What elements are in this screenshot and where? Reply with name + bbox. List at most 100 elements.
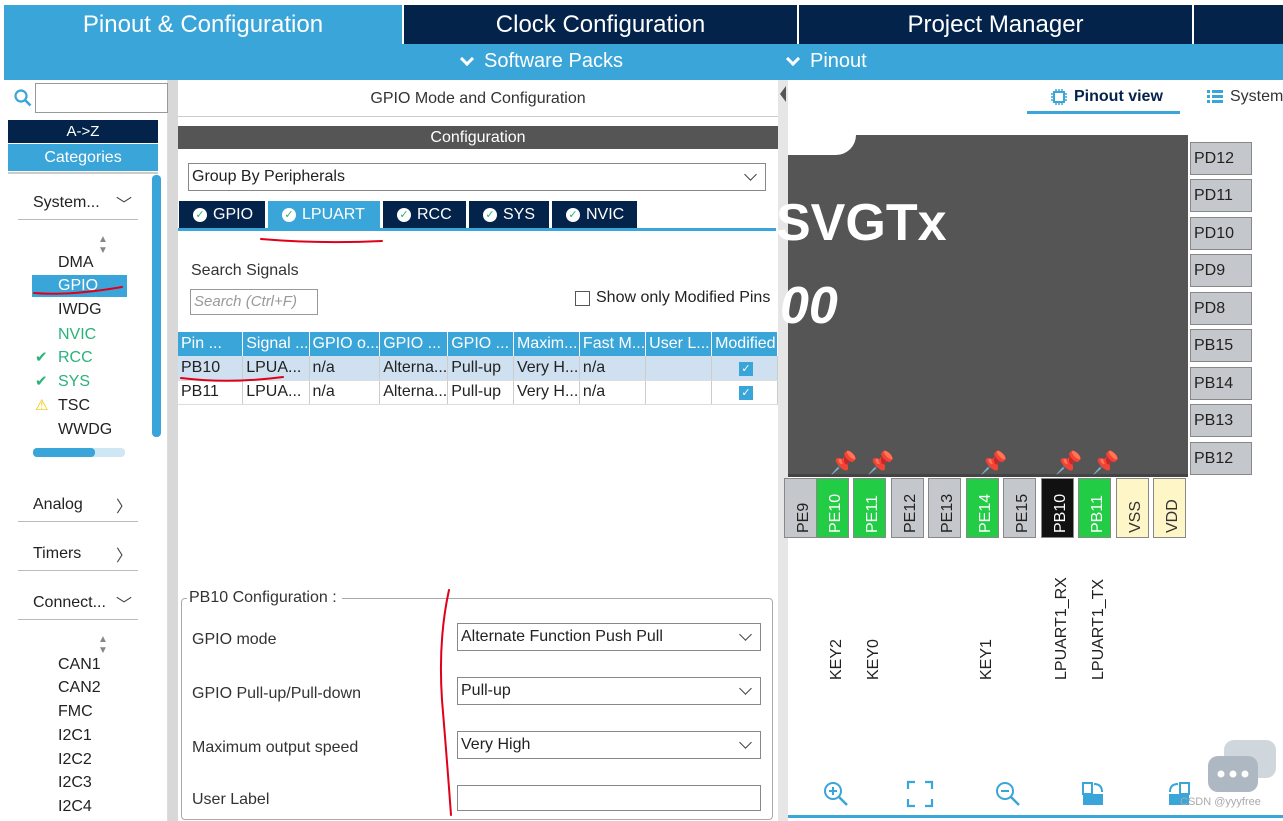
group-analog[interactable]: Analog 〉 xyxy=(18,488,138,522)
sidebar-item-gpio[interactable]: GPIO xyxy=(32,275,127,297)
sidebar-item-wwdg[interactable]: WWDG xyxy=(32,419,127,441)
chip-icon xyxy=(1051,89,1067,105)
column-header-signal[interactable]: Signal ... xyxy=(242,332,310,356)
pin-pd8[interactable]: PD8 xyxy=(1190,292,1252,325)
column-header-gpio-mode[interactable]: GPIO ... xyxy=(379,332,449,356)
tab-lpuart[interactable]: ✓ LPUART xyxy=(268,201,380,228)
column-header-user-label[interactable]: User L... xyxy=(645,332,713,356)
pin-pe12[interactable]: PE12 xyxy=(891,478,924,538)
sidebar-item-iwdg[interactable]: IWDG xyxy=(32,299,127,321)
checked-icon[interactable]: ✓ xyxy=(739,361,754,376)
group-by-select[interactable]: Group By Peripherals xyxy=(188,163,766,191)
sidebar-item-can2[interactable]: CAN2 xyxy=(32,677,127,699)
check-circle-icon: ✓ xyxy=(282,207,296,222)
sidebar-item-rcc[interactable]: ✔ RCC xyxy=(32,347,127,369)
category-scrollbar[interactable] xyxy=(152,175,161,437)
pin-vss[interactable]: VSS xyxy=(1116,478,1149,538)
sort-az-button[interactable]: A->Z xyxy=(8,120,158,143)
tab-extra[interactable] xyxy=(1194,5,1283,44)
pin-pb15[interactable]: PB15 xyxy=(1190,329,1252,362)
pin-pb10[interactable]: PB10 xyxy=(1041,478,1074,538)
tab-rcc[interactable]: ✓ RCC xyxy=(383,201,466,228)
tab-nvic[interactable]: ✓ NVIC xyxy=(552,201,637,228)
rotate-icon[interactable] xyxy=(1080,780,1108,808)
pin-pd11[interactable]: PD11 xyxy=(1190,179,1252,212)
column-header-modified[interactable]: Modified xyxy=(711,332,778,356)
gpio-pull-select[interactable]: Pull-up xyxy=(457,677,761,705)
category-search-input[interactable] xyxy=(35,83,168,113)
pin-pe13[interactable]: PE13 xyxy=(928,478,961,538)
zoom-out-icon[interactable] xyxy=(994,780,1022,808)
search-signals-input[interactable]: Search (Ctrl+F) xyxy=(190,289,318,315)
pin-pd10[interactable]: PD10 xyxy=(1190,217,1252,250)
pin-pe15[interactable]: PE15 xyxy=(1003,478,1036,538)
show-modified-checkbox[interactable]: Show only Modified Pins xyxy=(575,289,770,307)
sidebar-item-dma[interactable]: DMA xyxy=(32,252,127,274)
sort-arrows-icon[interactable]: ▲ ▼ xyxy=(98,634,108,656)
tab-gpio[interactable]: ✓ GPIO xyxy=(179,201,265,228)
sidebar-item-i2c4[interactable]: I2C4 xyxy=(32,796,127,818)
sidebar-item-nvic[interactable]: NVIC xyxy=(32,324,127,346)
pin-vdd[interactable]: VDD xyxy=(1153,478,1186,538)
group-connectivity[interactable]: Connect... ﹀ xyxy=(18,586,138,620)
tab-pinout-configuration[interactable]: Pinout & Configuration xyxy=(4,5,402,44)
sidebar-item-i2c1[interactable]: I2C1 xyxy=(32,725,127,747)
column-header-gpio-output[interactable]: GPIO o... xyxy=(309,332,381,356)
pin-label: VSS xyxy=(1127,500,1144,533)
sidebar-item-sys[interactable]: ✔ SYS xyxy=(32,371,127,393)
horizontal-scrollbar[interactable] xyxy=(33,448,125,457)
group-system[interactable]: System... ﹀ xyxy=(18,186,138,220)
tab-label: NVIC xyxy=(586,205,625,223)
pushpin-icon: 📌 xyxy=(1092,450,1120,475)
tab-project-manager[interactable]: Project Manager xyxy=(799,5,1192,44)
pin-pb13[interactable]: PB13 xyxy=(1190,404,1252,437)
sidebar-item-fmc[interactable]: FMC xyxy=(32,701,127,723)
pin-pb14[interactable]: PB14 xyxy=(1190,367,1252,400)
zoom-in-icon[interactable] xyxy=(822,780,850,808)
check-circle-icon: ✓ xyxy=(483,207,497,222)
user-label-input[interactable] xyxy=(457,785,761,811)
tab-system-view[interactable]: System xyxy=(1206,88,1283,106)
sidebar-item-tsc[interactable]: ⚠ TSC xyxy=(32,395,127,417)
pin-pe9[interactable]: PE9 xyxy=(784,478,817,538)
cell-gpio-pull: Pull-up xyxy=(447,356,514,381)
sort-categories-button[interactable]: Categories xyxy=(8,144,158,171)
category-panel: A->Z Categories System... ﹀ ▲ ▼ DMA GPIO … xyxy=(4,80,168,821)
fit-screen-icon[interactable] xyxy=(906,780,934,808)
pin-pe10[interactable]: PE10 xyxy=(816,478,849,538)
column-header-pin[interactable]: Pin ... xyxy=(178,332,244,356)
sidebar-item-can1[interactable]: CAN1 xyxy=(32,654,127,676)
view-tabs: Pinout view System xyxy=(788,80,1283,116)
pin-pe14[interactable]: PE14 xyxy=(966,478,999,538)
collapse-arrow-icon[interactable] xyxy=(778,80,788,120)
table-row[interactable]: PB11 LPUA... n/a Alterna... Pull-up Very… xyxy=(178,380,778,405)
panel-splitter[interactable] xyxy=(778,80,788,821)
cell-modified[interactable]: ✓ xyxy=(711,356,778,381)
table-row[interactable]: PB10 LPUA... n/a Alterna... Pull-up Very… xyxy=(178,356,778,381)
tab-clock-configuration[interactable]: Clock Configuration xyxy=(404,5,797,44)
column-header-fast-mode[interactable]: Fast M... xyxy=(579,332,647,356)
pin-pd9[interactable]: PD9 xyxy=(1190,254,1252,287)
search-signals-label: Search Signals xyxy=(191,262,299,279)
max-speed-select[interactable]: Very High xyxy=(457,731,761,759)
checked-icon[interactable]: ✓ xyxy=(739,386,754,400)
checkbox-box[interactable] xyxy=(575,290,590,306)
software-packs-menu[interactable]: Software Packs xyxy=(459,50,623,73)
column-header-gpio-pull[interactable]: GPIO ... xyxy=(447,332,514,356)
pin-pd12[interactable]: PD12 xyxy=(1190,142,1252,175)
sidebar-item-i2c3[interactable]: I2C3 xyxy=(32,772,127,794)
panel-splitter[interactable] xyxy=(168,80,178,821)
cell-modified[interactable]: ✓ xyxy=(711,380,778,405)
pin-pb11[interactable]: PB11 xyxy=(1078,478,1111,538)
pin-pe11[interactable]: PE11 xyxy=(853,478,886,538)
pin-pb12[interactable]: PB12 xyxy=(1190,442,1252,475)
search-icon[interactable] xyxy=(14,89,32,107)
column-header-max-speed[interactable]: Maxim... xyxy=(513,332,580,356)
pinout-menu[interactable]: Pinout xyxy=(785,50,867,73)
scrollbar-thumb[interactable] xyxy=(33,448,95,457)
gpio-mode-select[interactable]: Alternate Function Push Pull xyxy=(457,623,761,651)
sidebar-item-i2c2[interactable]: I2C2 xyxy=(32,749,127,771)
group-timers[interactable]: Timers 〉 xyxy=(18,537,138,571)
tab-sys[interactable]: ✓ SYS xyxy=(469,201,549,228)
tab-pinout-view[interactable]: Pinout view xyxy=(1050,88,1163,106)
